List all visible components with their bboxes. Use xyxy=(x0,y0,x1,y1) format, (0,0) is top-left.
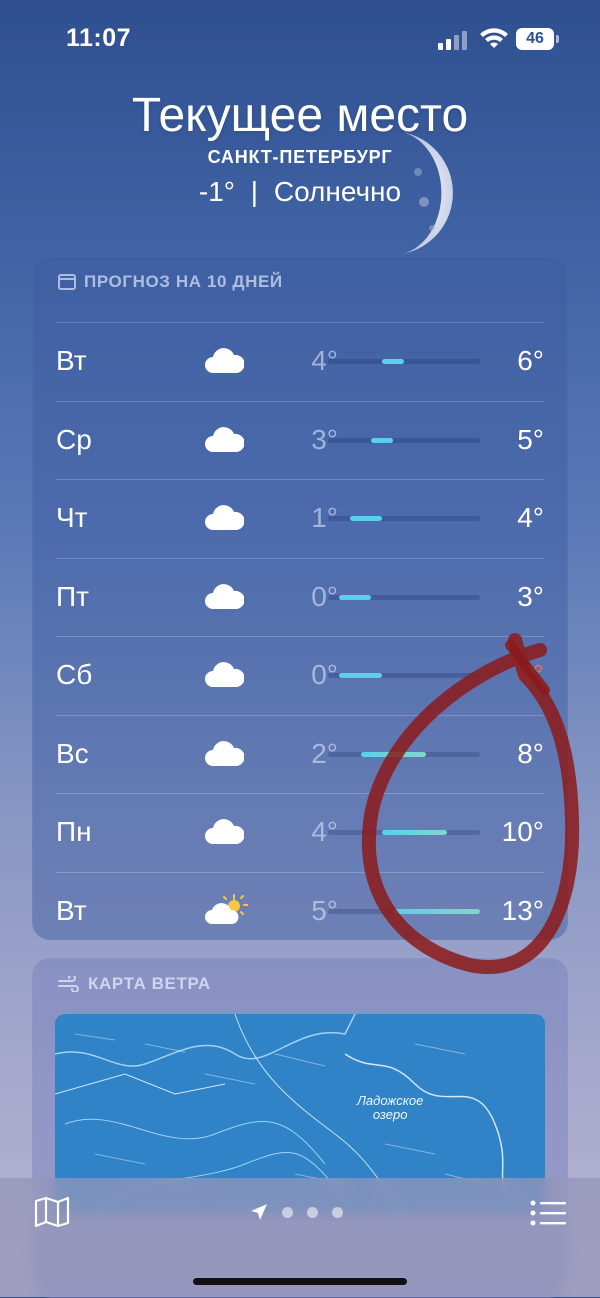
temperature-range-fill xyxy=(349,516,383,521)
temperature-range-bar xyxy=(328,359,480,364)
cloud-icon xyxy=(204,500,245,534)
forecast-day: Пт xyxy=(56,580,89,612)
page-indicator[interactable] xyxy=(250,1202,343,1222)
forecast-row[interactable]: Вс 2° 8° xyxy=(56,714,544,794)
forecast-row[interactable]: Вт 5° 13° xyxy=(56,871,544,951)
page-dot[interactable] xyxy=(282,1206,293,1218)
forecast-high: 13° xyxy=(501,894,544,926)
condition-text: Солнечно xyxy=(273,176,402,207)
temperature-range-fill xyxy=(382,359,404,364)
forecast-title-text: ПРОГНОЗ НА 10 ДНЕЙ xyxy=(84,272,283,291)
forecast-row[interactable]: Пн 4° 10° xyxy=(56,793,544,872)
forecast-high: 8° xyxy=(517,737,544,769)
forecast-row[interactable]: Пт 0° 3° xyxy=(56,557,544,637)
forecast-day: Вт xyxy=(56,894,87,926)
forecast-day: Вс xyxy=(56,737,89,769)
cloud-icon xyxy=(204,422,245,456)
temperature-range-bar xyxy=(328,594,480,600)
lake-label-line2: озеро xyxy=(372,1107,408,1122)
forecast-row[interactable]: Вт 4° 6° xyxy=(56,322,544,401)
forecast-high: 5° xyxy=(517,423,544,455)
calendar-icon xyxy=(58,274,76,290)
forecast-row[interactable]: Сб 0° 4° xyxy=(56,636,544,715)
wind-icon xyxy=(58,976,79,992)
weather-header: Текущее место САНКТ-ПЕТЕРБУРГ -1° | Солн… xyxy=(0,82,600,208)
forecast-high: 4° xyxy=(517,659,544,690)
wind-map-title: КАРТА ВЕТРА xyxy=(58,974,211,994)
sun-behind-cloud-icon xyxy=(204,893,249,927)
forecast-high: 6° xyxy=(517,345,544,376)
wifi-icon xyxy=(480,28,508,48)
temperature-range-bar xyxy=(328,908,480,914)
lake-label: Ладожское озеро xyxy=(357,1094,423,1122)
cloud-icon xyxy=(204,579,245,613)
ten-day-forecast-card[interactable]: ПРОГНОЗ НА 10 ДНЕЙ Вт 4° 6° Ср 3° 5° Чт 1° 4° Пт 0… xyxy=(32,256,568,940)
status-bar: 11:07 46 xyxy=(0,0,600,80)
location-title: Текущее место xyxy=(131,89,469,142)
cellular-signal-icon xyxy=(438,30,470,50)
temperature-range-fill xyxy=(382,830,448,835)
temperature-range-bar xyxy=(328,516,480,521)
forecast-rows: Вт 4° 6° Ср 3° 5° Чт 1° 4° Пт 0° 3° Сб 0° 4° Вс 2° 8° Пн 4°… xyxy=(56,322,544,950)
temperature-range-bar xyxy=(328,437,480,443)
forecast-row[interactable]: Чт 1° 4° xyxy=(56,479,544,558)
bottom-tab-bar xyxy=(0,1178,600,1297)
lake-label-line1: Ладожское xyxy=(357,1093,424,1108)
page-dot[interactable] xyxy=(332,1206,343,1218)
status-time: 11:07 xyxy=(66,24,132,52)
separator: | xyxy=(250,176,259,207)
cloud-icon xyxy=(204,736,245,770)
forecast-day: Сб xyxy=(56,659,93,690)
temperature-range-fill xyxy=(338,594,372,600)
page-dot[interactable] xyxy=(307,1206,318,1218)
forecast-high: 3° xyxy=(517,580,544,612)
city-name: САНКТ-ПЕТЕРБУРГ xyxy=(207,147,393,167)
battery-tip xyxy=(556,35,559,43)
temperature-range-fill xyxy=(360,751,426,757)
home-indicator xyxy=(193,1278,407,1285)
forecast-day: Вт xyxy=(56,345,87,376)
cloud-icon xyxy=(204,814,245,848)
battery-indicator: 46 xyxy=(516,28,554,50)
forecast-high: 4° xyxy=(517,502,544,533)
current-conditions: -1° | Солнечно xyxy=(0,176,600,208)
temperature-range-bar xyxy=(328,673,480,678)
cloud-icon xyxy=(204,657,245,691)
wind-map-title-text: КАРТА ВЕТРА xyxy=(88,974,211,993)
list-icon[interactable] xyxy=(530,1200,566,1226)
forecast-day: Чт xyxy=(56,502,88,533)
temperature-range-fill xyxy=(338,673,383,678)
temperature-range-bar xyxy=(328,830,480,835)
map-icon[interactable] xyxy=(34,1196,70,1228)
cloud-icon xyxy=(204,343,245,377)
temperature-range-fill xyxy=(371,437,394,443)
temperature-range-bar xyxy=(328,751,480,757)
forecast-day: Пн xyxy=(56,816,92,847)
forecast-row[interactable]: Ср 3° 5° xyxy=(56,400,544,480)
forecast-day: Ср xyxy=(56,423,92,455)
location-arrow-icon[interactable] xyxy=(250,1203,268,1221)
temperature-range-fill xyxy=(393,908,480,914)
current-temperature: -1° xyxy=(198,176,235,207)
forecast-high: 10° xyxy=(501,816,544,847)
forecast-title: ПРОГНОЗ НА 10 ДНЕЙ xyxy=(58,272,283,292)
